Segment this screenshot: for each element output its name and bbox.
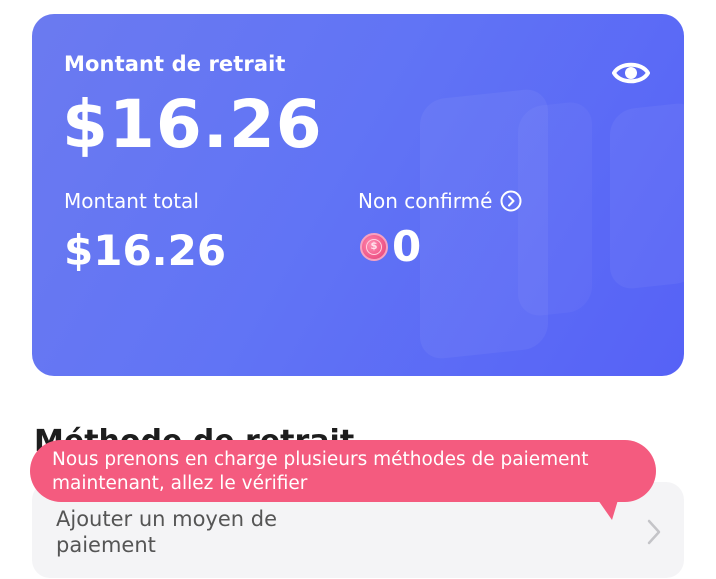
unconfirmed-label: Non confirmé (358, 189, 493, 213)
total-amount-label: Montant total (64, 189, 199, 213)
total-amount-value: $16.26 (64, 226, 227, 275)
tooltip-text: Nous prenons en charge plusieurs méthode… (52, 449, 589, 494)
unconfirmed-amount-value: 0 (392, 222, 422, 271)
eye-icon[interactable] (612, 58, 650, 88)
balance-card: Montant de retrait $16.26 Montant total … (32, 14, 684, 376)
add-payment-method-label: Ajouter un moyen de paiement (56, 507, 278, 557)
dollar-coin-icon: $ (360, 233, 388, 261)
tooltip-pointer (598, 500, 618, 520)
withdraw-amount-value: $16.26 (62, 86, 323, 163)
unconfirmed-link[interactable]: Non confirmé (358, 189, 522, 213)
unconfirmed-amount: $ 0 (360, 226, 421, 268)
card-decoration (518, 100, 592, 318)
payment-methods-tooltip[interactable]: Nous prenons en charge plusieurs méthode… (30, 440, 656, 502)
card-decoration (610, 101, 684, 291)
circle-chevron-right-icon (500, 190, 522, 212)
withdraw-amount-label: Montant de retrait (64, 52, 286, 76)
chevron-right-icon (647, 519, 661, 545)
